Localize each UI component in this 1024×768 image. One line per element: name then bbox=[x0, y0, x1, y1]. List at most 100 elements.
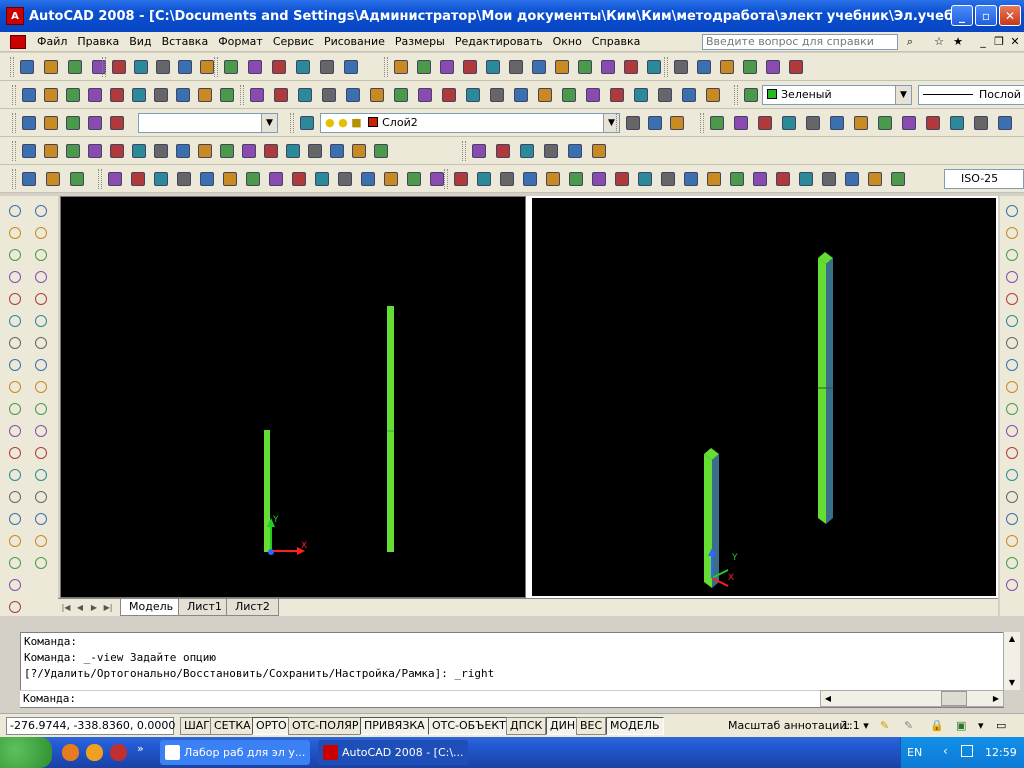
tool-button-icon[interactable] bbox=[530, 58, 548, 76]
tool-button-icon[interactable] bbox=[705, 170, 723, 188]
language-indicator[interactable]: EN bbox=[907, 746, 922, 759]
tool-button-icon[interactable] bbox=[438, 58, 456, 76]
toolbar-grip[interactable] bbox=[462, 141, 466, 161]
tool-button-icon[interactable] bbox=[787, 58, 805, 76]
tool-button-icon[interactable] bbox=[132, 58, 150, 76]
maximize-button[interactable]: ▫ bbox=[975, 5, 997, 26]
minimize-button[interactable]: _ bbox=[951, 5, 973, 26]
tool-button-icon[interactable] bbox=[780, 114, 798, 132]
tool-button-icon[interactable] bbox=[66, 58, 84, 76]
toggle-dyn[interactable]: ДИН bbox=[546, 717, 580, 735]
tool-button-icon[interactable] bbox=[820, 170, 838, 188]
scroll-down-icon[interactable]: ▼ bbox=[1004, 676, 1020, 690]
tool-button-icon[interactable] bbox=[359, 170, 377, 188]
tool-button-icon[interactable] bbox=[498, 170, 516, 188]
tool-button-icon[interactable] bbox=[484, 58, 502, 76]
tool-button-icon[interactable] bbox=[553, 58, 571, 76]
side-tool-icon[interactable] bbox=[1003, 246, 1021, 264]
tool-button-icon[interactable] bbox=[350, 142, 368, 160]
coordinates-readout[interactable]: -276.9744, -338.8360, 0.0000 bbox=[6, 717, 175, 735]
tool-button-icon[interactable] bbox=[130, 86, 148, 104]
side-tool-icon[interactable] bbox=[32, 488, 50, 506]
tool-button-icon[interactable] bbox=[196, 86, 214, 104]
tool-button-icon[interactable] bbox=[313, 170, 331, 188]
tool-button-icon[interactable] bbox=[590, 170, 608, 188]
toolbar-grip[interactable] bbox=[384, 57, 388, 77]
tool-button-icon[interactable] bbox=[584, 86, 602, 104]
tool-button-icon[interactable] bbox=[42, 142, 60, 160]
tool-button-icon[interactable] bbox=[130, 142, 148, 160]
tool-button-icon[interactable] bbox=[342, 58, 360, 76]
menu-dimension[interactable]: Размеры bbox=[390, 35, 450, 48]
tool-button-icon[interactable] bbox=[372, 142, 390, 160]
command-vertical-scrollbar[interactable]: ▲ ▼ bbox=[1003, 632, 1020, 690]
side-tool-icon[interactable] bbox=[32, 202, 50, 220]
side-tool-icon[interactable] bbox=[1003, 268, 1021, 286]
side-tool-icon[interactable] bbox=[32, 444, 50, 462]
tool-button-icon[interactable] bbox=[494, 142, 512, 160]
annotation-autoscale-icon[interactable]: ✎ bbox=[904, 719, 913, 732]
tool-button-icon[interactable] bbox=[544, 170, 562, 188]
annotation-scale-value[interactable]: 1:1 ▾ bbox=[842, 719, 869, 732]
help-search-input[interactable]: Введите вопрос для справки bbox=[702, 34, 898, 50]
tool-button-icon[interactable] bbox=[996, 114, 1014, 132]
color-combo[interactable]: Зеленый ▼ bbox=[762, 85, 912, 105]
side-tool-icon[interactable] bbox=[1003, 510, 1021, 528]
side-tool-icon[interactable] bbox=[1003, 312, 1021, 330]
side-tool-icon[interactable] bbox=[32, 510, 50, 528]
firefox-icon[interactable] bbox=[86, 744, 103, 761]
side-tool-icon[interactable] bbox=[32, 422, 50, 440]
tool-button-icon[interactable] bbox=[756, 114, 774, 132]
side-tool-icon[interactable] bbox=[1003, 576, 1021, 594]
tool-button-icon[interactable] bbox=[751, 170, 769, 188]
tool-button-icon[interactable] bbox=[405, 170, 423, 188]
side-tool-icon[interactable] bbox=[1003, 356, 1021, 374]
tab-layout1[interactable]: Лист1 bbox=[178, 599, 231, 616]
tool-button-icon[interactable] bbox=[248, 86, 266, 104]
start-button[interactable] bbox=[0, 737, 52, 768]
command-horizontal-scrollbar[interactable]: ◀ ▶ bbox=[820, 690, 1004, 707]
tool-button-icon[interactable] bbox=[797, 170, 815, 188]
scroll-right-icon[interactable]: ▶ bbox=[989, 691, 1003, 706]
tool-button-icon[interactable] bbox=[876, 114, 894, 132]
app-quicklaunch-icon[interactable] bbox=[110, 744, 127, 761]
tray-chevron-icon[interactable]: ‹ bbox=[943, 744, 948, 758]
menu-window[interactable]: Окно bbox=[548, 35, 587, 48]
toolbar-grip[interactable] bbox=[616, 113, 620, 133]
scroll-thumb[interactable] bbox=[941, 691, 967, 706]
side-tool-icon[interactable] bbox=[32, 334, 50, 352]
layer-state-combo[interactable]: ▼ bbox=[138, 113, 278, 133]
side-tool-icon[interactable] bbox=[6, 532, 24, 550]
tool-button-icon[interactable] bbox=[108, 114, 126, 132]
tool-button-icon[interactable] bbox=[682, 170, 700, 188]
side-tool-icon[interactable] bbox=[32, 224, 50, 242]
side-tool-icon[interactable] bbox=[32, 532, 50, 550]
doc-restore-button[interactable]: ❐ bbox=[991, 34, 1007, 50]
tool-button-icon[interactable] bbox=[20, 86, 38, 104]
tool-button-icon[interactable] bbox=[368, 86, 386, 104]
taskbar-item-autocad[interactable]: AutoCAD 2008 - [C:\... bbox=[318, 740, 468, 765]
tool-button-icon[interactable] bbox=[284, 142, 302, 160]
tool-button-icon[interactable] bbox=[152, 86, 170, 104]
tool-button-icon[interactable] bbox=[624, 114, 642, 132]
tool-button-icon[interactable] bbox=[68, 170, 86, 188]
tool-button-icon[interactable] bbox=[590, 142, 608, 160]
tool-button-icon[interactable] bbox=[470, 142, 488, 160]
tool-button-icon[interactable] bbox=[889, 170, 907, 188]
tool-button-icon[interactable] bbox=[741, 58, 759, 76]
tool-button-icon[interactable] bbox=[240, 142, 258, 160]
tool-button-icon[interactable] bbox=[221, 170, 239, 188]
quicklaunch-more-icon[interactable]: » bbox=[137, 742, 144, 755]
tool-button-icon[interactable] bbox=[320, 86, 338, 104]
toolbar-grip[interactable] bbox=[290, 113, 294, 133]
side-tool-icon[interactable] bbox=[6, 312, 24, 330]
favorites-icon[interactable]: ★ bbox=[950, 34, 966, 50]
tool-button-icon[interactable] bbox=[306, 142, 324, 160]
tool-button-icon[interactable] bbox=[42, 114, 60, 132]
tool-button-icon[interactable] bbox=[972, 114, 990, 132]
tool-button-icon[interactable] bbox=[636, 170, 654, 188]
tool-button-icon[interactable] bbox=[20, 114, 38, 132]
side-tool-icon[interactable] bbox=[6, 466, 24, 484]
toolbar-grip[interactable] bbox=[10, 57, 14, 77]
side-tool-icon[interactable] bbox=[32, 466, 50, 484]
